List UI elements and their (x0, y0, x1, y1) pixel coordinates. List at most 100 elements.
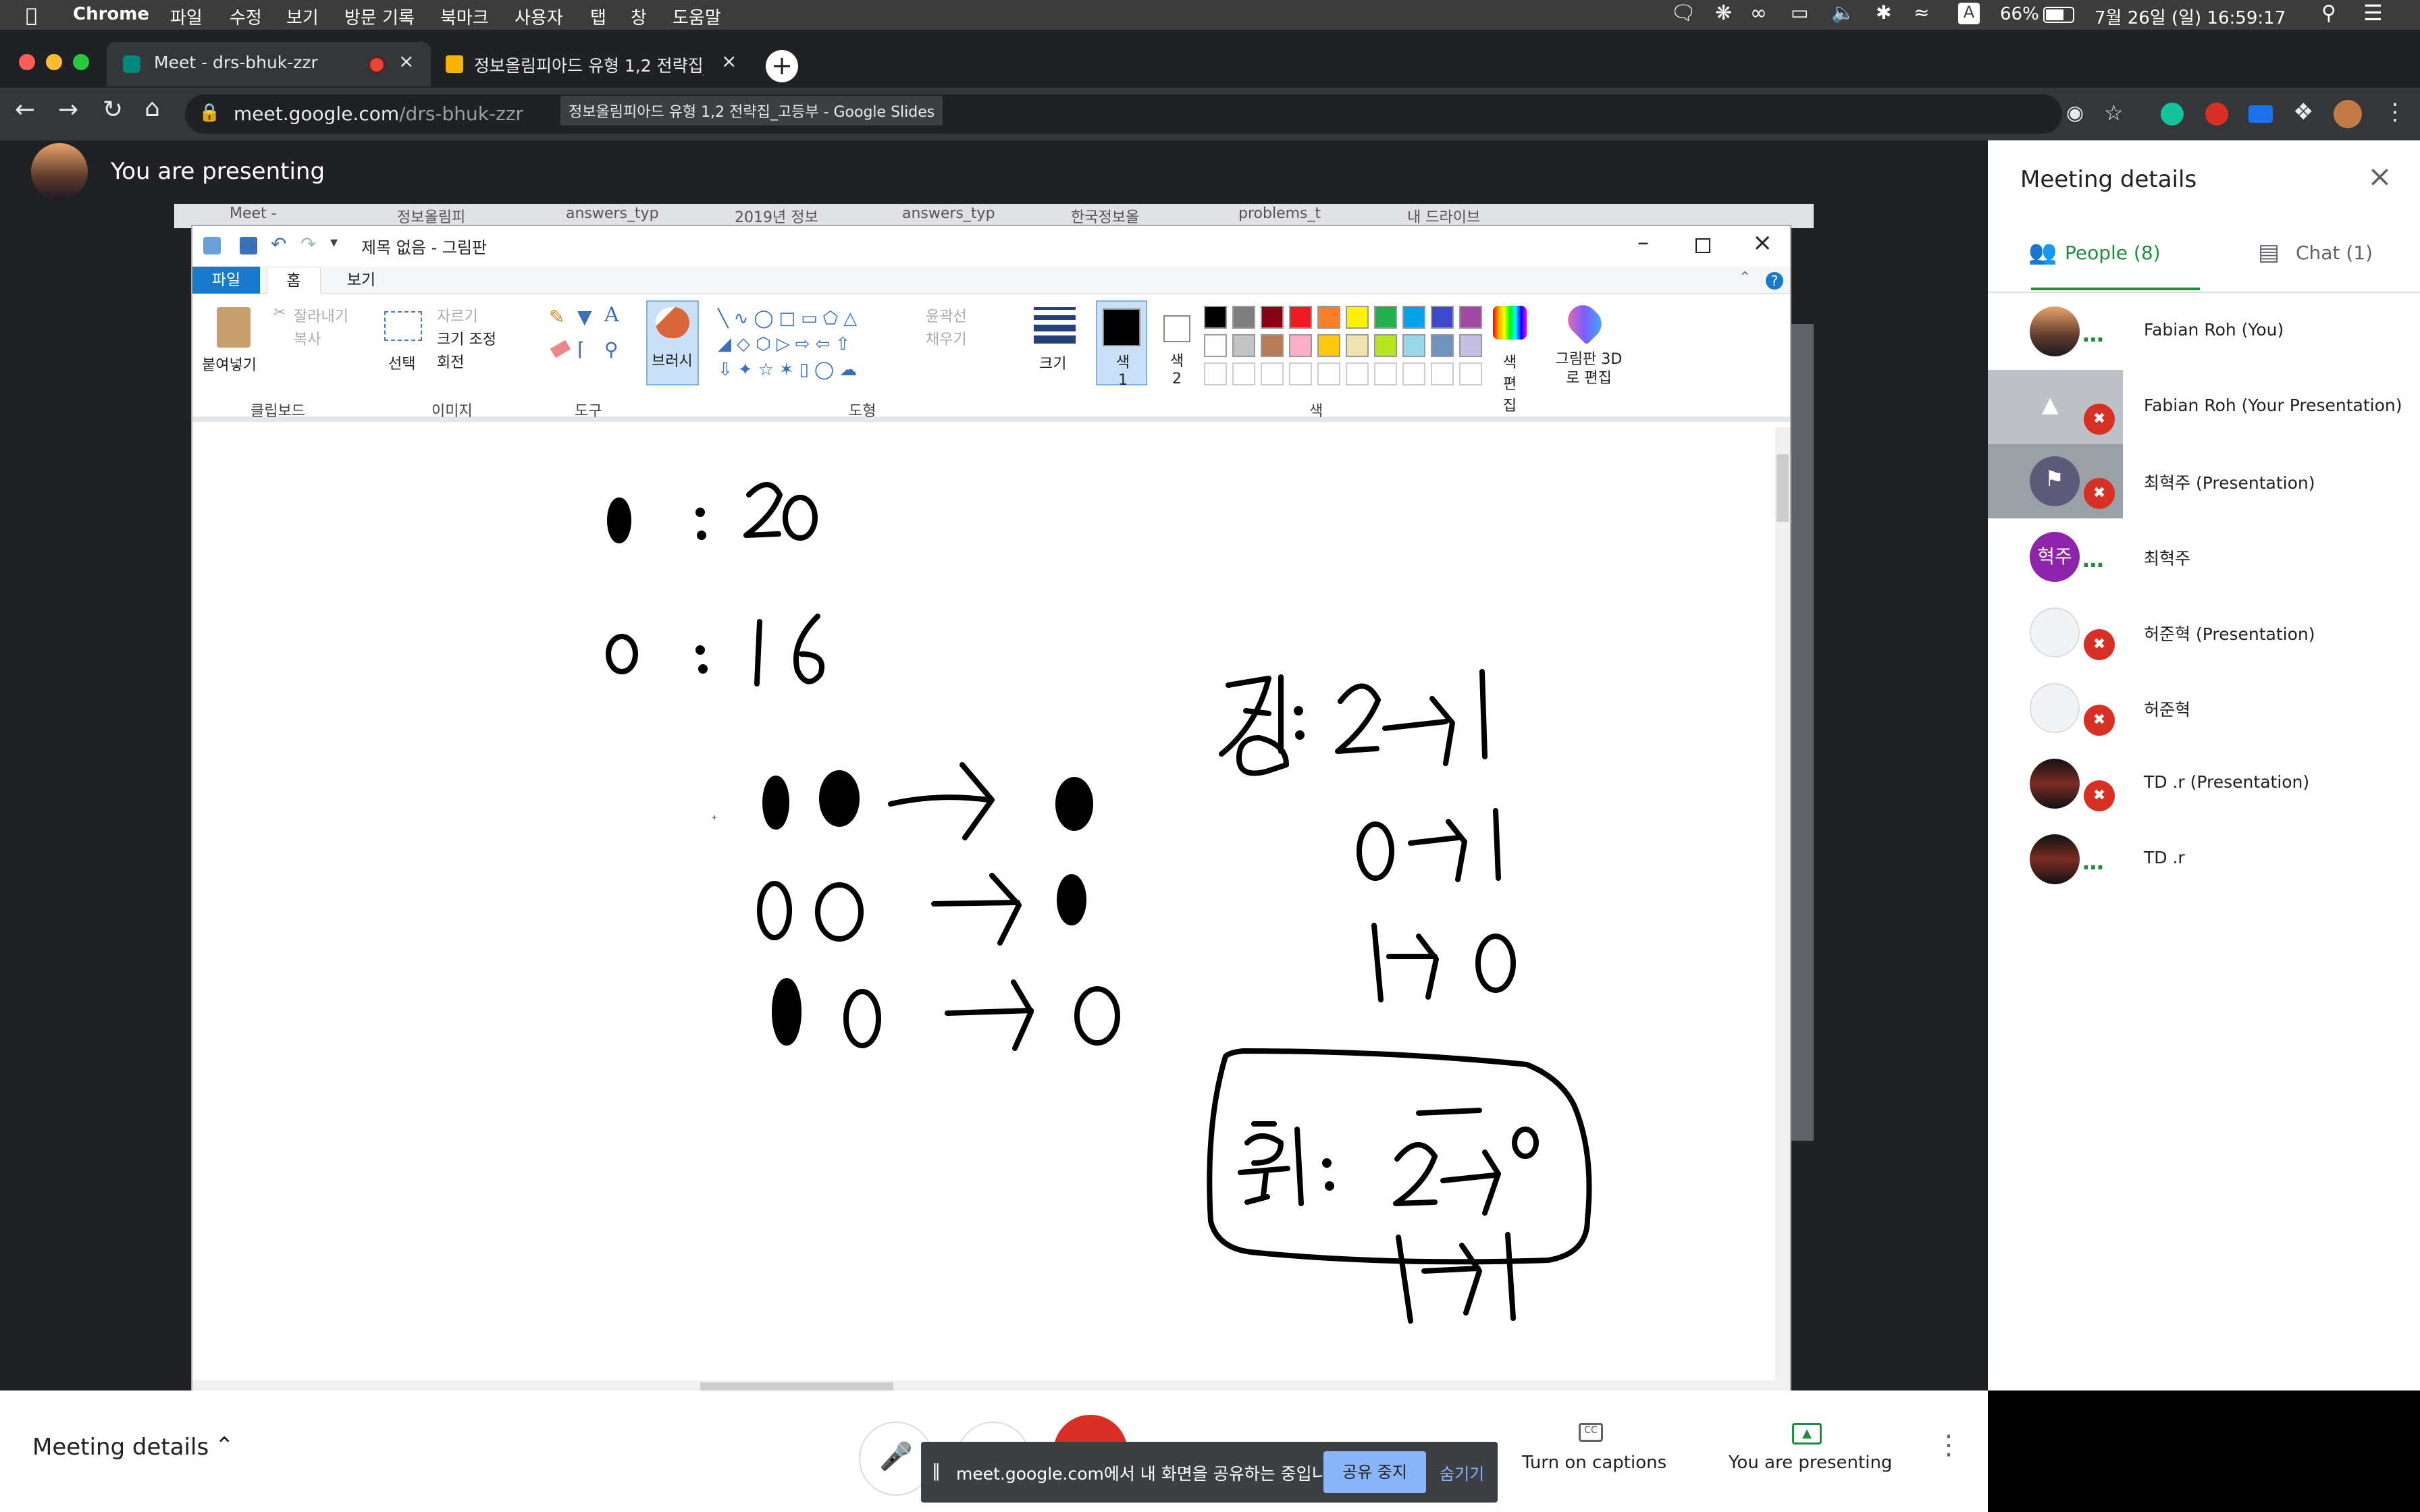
save-icon[interactable] (240, 237, 257, 254)
color-picker-icon[interactable]: ⌈ (577, 338, 585, 360)
extensions-puzzle-icon[interactable]: ❖ (2293, 99, 2313, 126)
ribbon-tab-file[interactable]: 파일 (192, 267, 260, 294)
palette-color-swatch[interactable] (1204, 334, 1227, 357)
participant-row[interactable]: ✖ 허준혁 (Presentation) (1988, 595, 2420, 670)
palette-color-swatch[interactable] (1289, 306, 1312, 329)
paste-button[interactable]: 붙여넣기 (202, 353, 257, 375)
wifi-icon[interactable]: ≈ (1914, 1, 1929, 24)
participant-row[interactable]: ✖ TD .r (Presentation) (1988, 747, 2420, 821)
tab-chat[interactable]: ▤ Chat (1) (2258, 239, 2393, 267)
palette-color-swatch[interactable] (1261, 306, 1284, 329)
tab-close-icon[interactable]: × (721, 50, 737, 72)
palette-empty-swatch[interactable] (1402, 362, 1425, 385)
participant-row[interactable]: ✖ 허준혁 (1988, 671, 2420, 745)
volume-icon[interactable]: 🔈 (1831, 1, 1855, 24)
tab-close-icon[interactable]: × (398, 50, 414, 72)
menu-profiles[interactable]: 사용자 (515, 4, 563, 29)
tab-meet[interactable]: Meet - drs-bhuk-zzr × (107, 42, 431, 86)
airplay-icon[interactable]: ▭ (1791, 1, 1808, 24)
vertical-scroll-thumb[interactable] (1777, 454, 1789, 522)
size-icon[interactable] (1034, 307, 1076, 344)
ribbon-collapse-icon[interactable]: ⌃ (1739, 269, 1751, 286)
home-icon[interactable]: ⌂ (144, 94, 160, 122)
cut-button[interactable]: 잘라내기 (294, 304, 348, 326)
shapes-gallery[interactable]: ╲∿◯□▭⬠△ ◢◇⬡▷⇨⇦⇧ ⇩✦☆✶▯◯☁ (718, 306, 907, 387)
undo-icon[interactable]: ↶ (271, 233, 286, 255)
palette-color-swatch[interactable] (1317, 306, 1340, 329)
outline-button[interactable]: 윤곽선 (926, 304, 967, 326)
palette-color-swatch[interactable] (1431, 306, 1454, 329)
color1-button[interactable]: 색 1 (1096, 300, 1147, 389)
select-button[interactable]: 선택 (388, 352, 415, 373)
paint3d-button[interactable]: 그림판 3D로 편집 (1554, 350, 1624, 388)
paint-minimize-icon[interactable]: – (1637, 229, 1649, 256)
paste-icon[interactable] (217, 307, 251, 348)
menu-window[interactable]: 창 (631, 4, 647, 29)
participant-row[interactable]: 혁주 ⋯ 최혁주 (1988, 520, 2420, 594)
bookmark-star-icon[interactable]: ☆ (2104, 100, 2124, 126)
palette-color-swatch[interactable] (1459, 306, 1482, 329)
close-panel-icon[interactable]: × (2367, 159, 2392, 194)
pencil-icon[interactable]: ✎ (549, 306, 564, 328)
palette-empty-swatch[interactable] (1374, 362, 1397, 385)
paint-close-icon[interactable]: × (1752, 229, 1772, 256)
settings-status-icon[interactable]: ❋ (1715, 1, 1732, 25)
rotate-button[interactable]: 회전 (437, 350, 464, 372)
extension-icon[interactable] (2205, 103, 2228, 126)
palette-color-swatch[interactable] (1232, 306, 1255, 329)
url-text[interactable]: meet.google.com/drs-bhuk-zzr (234, 103, 523, 125)
participant-row[interactable]: ▲ ✖ Fabian Roh (Your Presentation) (1988, 370, 2420, 444)
edit-colors-icon[interactable] (1493, 306, 1527, 340)
participant-row[interactable]: ⋯ TD .r (1988, 822, 2420, 896)
back-arrow-icon[interactable]: ← (15, 96, 35, 124)
help-icon[interactable]: ? (1766, 272, 1783, 290)
ribbon-tab-home[interactable]: 홈 (267, 267, 321, 294)
fill-bucket-icon[interactable]: ▼ (577, 306, 592, 328)
new-tab-icon[interactable]: + (766, 50, 798, 82)
brush-button[interactable]: 브러시 (646, 300, 699, 385)
apple-icon[interactable]:  (26, 4, 37, 26)
tab-slides[interactable]: 정보올림피아드 유형 1,2 전략집_고등 × (435, 42, 752, 86)
hide-notice-button[interactable]: 숨기기 (1440, 1461, 1484, 1484)
camera-in-use-icon[interactable]: ◉ (2066, 101, 2084, 125)
palette-color-swatch[interactable] (1261, 334, 1284, 357)
control-center-icon[interactable]: ☰ (2363, 0, 2383, 26)
captions-button[interactable]: CC Turn on captions (1510, 1423, 1672, 1484)
window-minimize-icon[interactable] (46, 54, 62, 70)
magnifier-icon[interactable]: ⚲ (604, 338, 619, 360)
window-zoom-icon[interactable] (73, 54, 89, 70)
select-icon[interactable] (384, 311, 422, 341)
palette-empty-swatch[interactable] (1232, 362, 1255, 385)
edit-colors-button[interactable]: 색 편집 (1500, 350, 1520, 415)
menu-bookmarks[interactable]: 북마크 (440, 4, 489, 29)
participant-row[interactable]: ⋯ Fabian Roh (You) (1988, 294, 2420, 369)
paint-canvas[interactable] (192, 427, 1775, 1380)
glasses-icon[interactable]: ∞ (1750, 1, 1767, 25)
meeting-details-toggle[interactable]: Meeting details ⌃ (32, 1432, 248, 1467)
forward-arrow-icon[interactable]: → (58, 96, 78, 124)
palette-empty-swatch[interactable] (1459, 362, 1482, 385)
menu-help[interactable]: 도움말 (673, 4, 721, 29)
palette-color-swatch[interactable] (1374, 334, 1397, 357)
menu-tab[interactable]: 탭 (590, 4, 606, 29)
palette-empty-swatch[interactable] (1431, 362, 1454, 385)
zip-extension-icon[interactable] (2248, 105, 2273, 123)
paint3d-icon[interactable] (1562, 299, 1608, 345)
presenting-button[interactable]: ▲ You are presenting (1723, 1423, 1899, 1484)
window-close-icon[interactable] (19, 54, 35, 70)
reload-icon[interactable]: ↻ (103, 96, 123, 124)
palette-color-swatch[interactable] (1232, 334, 1255, 357)
vertical-scrollbar[interactable] (1775, 427, 1790, 1380)
profile-avatar[interactable] (2334, 100, 2362, 128)
lock-icon[interactable]: 🔒 (199, 103, 220, 123)
tab-people[interactable]: 👥 People (8) (2028, 239, 2163, 267)
stop-sharing-button[interactable]: 공유 중지 (1323, 1451, 1426, 1493)
menubar-app-name[interactable]: Chrome (73, 4, 149, 24)
menubar-clock[interactable]: 7월 26일 (일) 16:59:17 (2095, 4, 2286, 29)
quick-access-dropdown-icon[interactable]: ▾ (330, 234, 338, 251)
palette-color-swatch[interactable] (1317, 334, 1340, 357)
menu-history[interactable]: 방문 기록 (344, 4, 415, 29)
input-source-icon[interactable]: A (1958, 3, 1980, 24)
chrome-menu-icon[interactable]: ⋮ (2384, 99, 2406, 126)
battery-icon[interactable] (2043, 7, 2074, 23)
